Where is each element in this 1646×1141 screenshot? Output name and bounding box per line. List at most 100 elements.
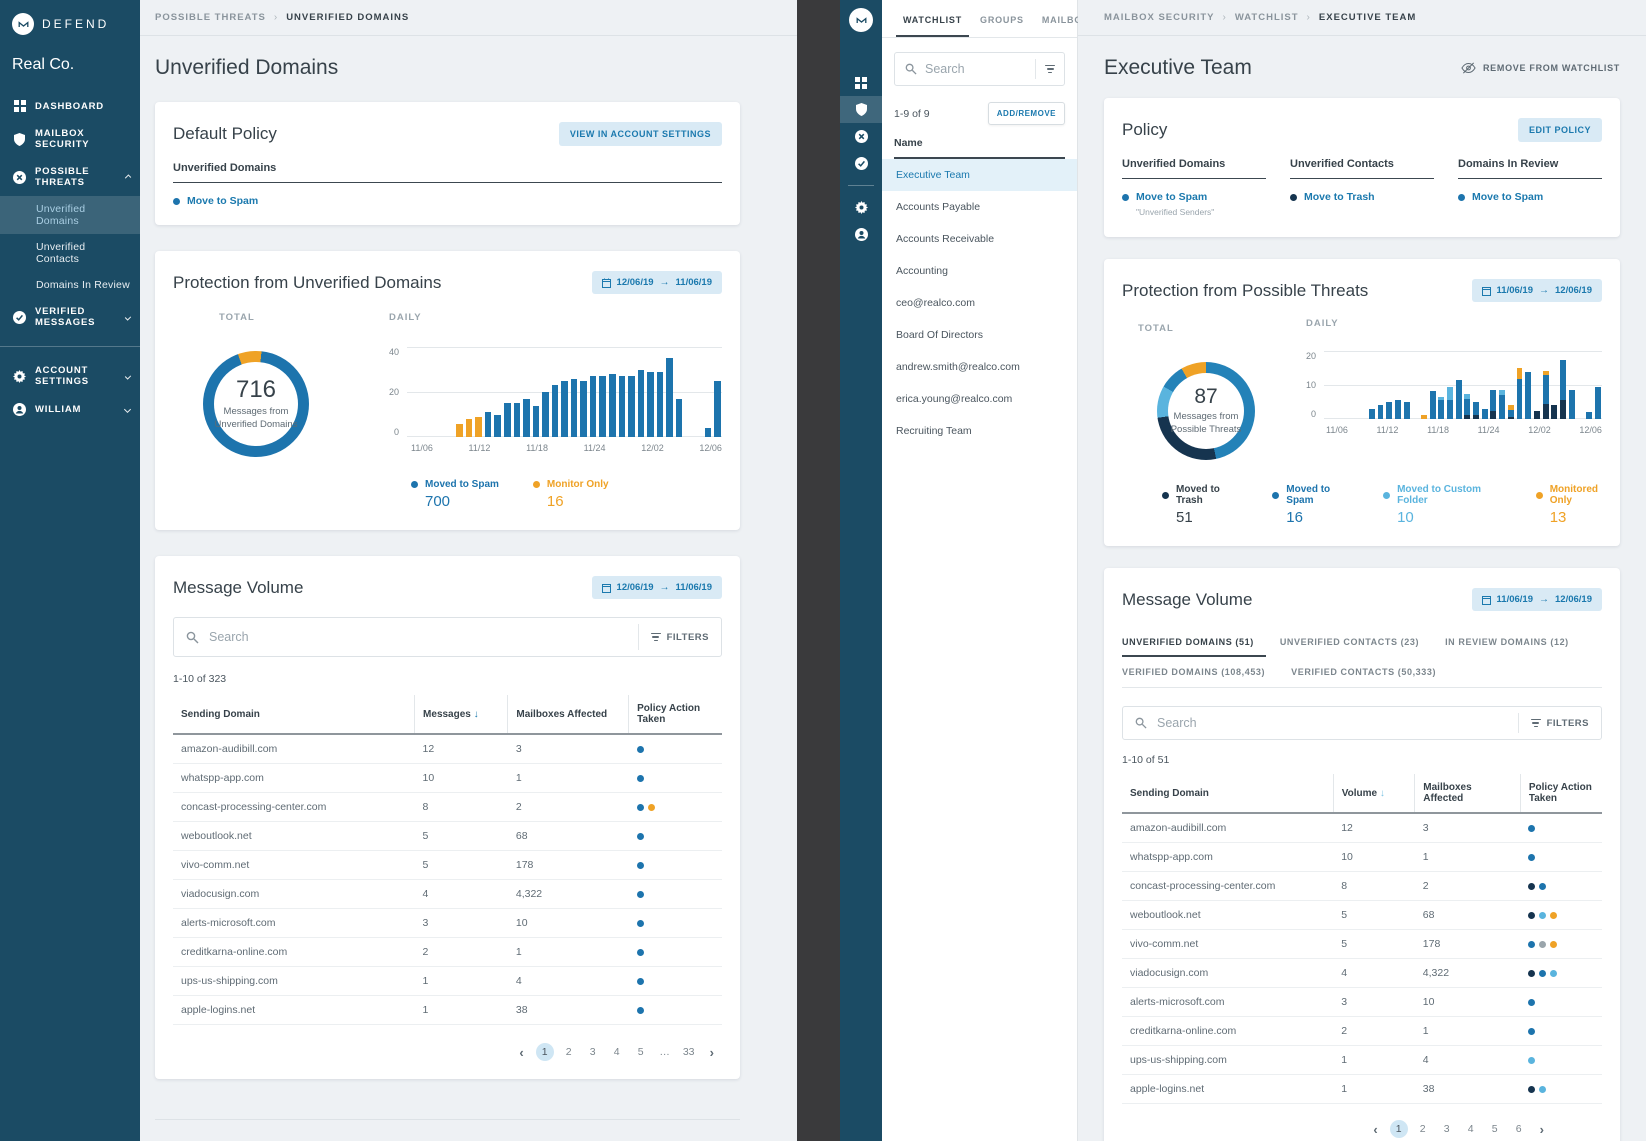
column-header[interactable]: Mailboxes Affected xyxy=(1415,774,1521,813)
table-row[interactable]: vivo-comm.net5178 xyxy=(173,851,722,880)
stacked-bar[interactable] xyxy=(1569,390,1575,419)
sidebar-item-verified-messages[interactable]: VERIFIED MESSAGES xyxy=(0,298,140,336)
page-button[interactable]: 2 xyxy=(1414,1120,1432,1138)
table-row[interactable]: alerts-microsoft.com310 xyxy=(1122,988,1602,1017)
table-row[interactable]: alerts-microsoft.com310 xyxy=(173,909,722,938)
rail-mailbox-security-shield-icon[interactable] xyxy=(840,96,882,123)
stacked-bar[interactable] xyxy=(1386,402,1392,419)
stacked-bar[interactable] xyxy=(1438,397,1444,419)
page-button[interactable]: 2 xyxy=(560,1043,578,1061)
tab-unverified[interactable]: UNVERIFIED DOMAINS (51) xyxy=(1122,627,1266,657)
bar[interactable] xyxy=(609,374,615,437)
stacked-bar[interactable] xyxy=(1534,411,1540,420)
table-row[interactable]: ups-us-shipping.com14 xyxy=(1122,1046,1602,1075)
tab-verified[interactable]: VERIFIED DOMAINS (108,453) xyxy=(1122,657,1277,687)
bar[interactable] xyxy=(571,379,577,438)
stacked-bar[interactable] xyxy=(1447,387,1453,419)
bar[interactable] xyxy=(494,415,500,438)
stacked-bar[interactable] xyxy=(1473,402,1479,419)
prev-page-button[interactable]: ‹ xyxy=(1367,1122,1383,1137)
column-header[interactable]: Policy Action Taken xyxy=(629,695,722,734)
sidebar-item-mailbox-security[interactable]: MAILBOX SECURITY xyxy=(0,120,140,158)
table-row[interactable]: viadocusign.com44,322 xyxy=(1122,959,1602,988)
stacked-bar[interactable] xyxy=(1508,405,1514,419)
table-row[interactable]: whatspp-app.com101 xyxy=(1122,843,1602,872)
stacked-bar[interactable] xyxy=(1551,405,1557,419)
page-button[interactable]: 5 xyxy=(632,1043,650,1061)
rail-settings-gear-icon[interactable] xyxy=(840,194,882,221)
page-button[interactable]: 4 xyxy=(608,1043,626,1061)
bar[interactable] xyxy=(619,376,625,437)
sidebar-item-dashboard[interactable]: DASHBOARD xyxy=(0,92,140,120)
breadcrumb-watchlist[interactable]: WATCHLIST xyxy=(1235,12,1299,23)
watchlist-item[interactable]: Accounts Payable xyxy=(882,191,1077,223)
column-header[interactable]: Messages ↓ xyxy=(415,695,508,734)
watchlist-item[interactable]: ceo@realco.com xyxy=(882,287,1077,319)
edit-policy-button[interactable]: EDIT POLICY xyxy=(1518,118,1602,142)
page-button[interactable]: 1 xyxy=(536,1043,554,1061)
bar[interactable] xyxy=(705,428,711,437)
add-remove-button[interactable]: ADD/REMOVE xyxy=(988,102,1065,125)
page-button[interactable]: 3 xyxy=(1438,1120,1456,1138)
table-row[interactable]: creditkarna-online.com21 xyxy=(173,938,722,967)
stacked-bar[interactable] xyxy=(1543,371,1549,419)
bar[interactable] xyxy=(523,399,529,437)
watchlist-item[interactable]: Executive Team xyxy=(882,159,1077,191)
date-range-picker[interactable]: 11/06/19 → 12/06/19 xyxy=(1472,588,1602,611)
table-row[interactable]: ups-us-shipping.com14 xyxy=(173,967,722,996)
bar[interactable] xyxy=(676,399,682,437)
bar[interactable] xyxy=(485,412,491,437)
page-button[interactable]: 33 xyxy=(680,1043,698,1061)
stacked-bar[interactable] xyxy=(1517,368,1523,419)
watchlist-item[interactable]: Recruiting Team xyxy=(882,415,1077,447)
stacked-bar[interactable] xyxy=(1404,402,1410,419)
sidebar-item-domains-in-review[interactable]: Domains In Review xyxy=(0,272,140,298)
watchlist-filter-button[interactable] xyxy=(1036,65,1064,74)
page-button[interactable]: 4 xyxy=(1462,1120,1480,1138)
column-header[interactable]: Sending Domain xyxy=(173,695,415,734)
stacked-bar[interactable] xyxy=(1490,390,1496,419)
filters-button[interactable]: FILTERS xyxy=(1519,718,1601,729)
bar[interactable] xyxy=(552,385,558,437)
stacked-bar[interactable] xyxy=(1421,415,1427,419)
watchlist-item[interactable]: erica.young@realco.com xyxy=(882,383,1077,415)
stacked-bar[interactable] xyxy=(1395,400,1401,419)
view-in-account-settings-button[interactable]: VIEW IN ACCOUNT SETTINGS xyxy=(559,122,722,146)
column-header[interactable]: Sending Domain xyxy=(1122,774,1333,813)
bar[interactable] xyxy=(666,358,672,437)
bar[interactable] xyxy=(599,376,605,437)
bar[interactable] xyxy=(580,381,586,437)
column-header[interactable]: Volume ↓ xyxy=(1333,774,1415,813)
bar[interactable] xyxy=(657,372,663,437)
table-row[interactable]: weboutlook.net568 xyxy=(173,822,722,851)
sidebar-item-unverified-contacts[interactable]: Unverified Contacts xyxy=(0,234,140,272)
tab-verified[interactable]: VERIFIED CONTACTS (50,333) xyxy=(1291,657,1448,687)
rail-dashboard-grid-icon[interactable] xyxy=(840,70,882,96)
watchlist-item[interactable]: andrew.smith@realco.com xyxy=(882,351,1077,383)
stacked-bar[interactable] xyxy=(1525,372,1531,419)
table-row[interactable]: creditkarna-online.com21 xyxy=(1122,1017,1602,1046)
table-row[interactable]: amazon-audibill.com123 xyxy=(1122,813,1602,843)
table-row[interactable]: vivo-comm.net5178 xyxy=(1122,930,1602,959)
bar[interactable] xyxy=(466,419,472,437)
page-button[interactable]: 6 xyxy=(1510,1120,1528,1138)
tab-watchlist[interactable]: WATCHLIST xyxy=(896,0,969,37)
table-row[interactable]: concast-processing-center.com82 xyxy=(173,793,722,822)
bar[interactable] xyxy=(590,376,596,437)
table-row[interactable]: apple-logins.net138 xyxy=(1122,1075,1602,1104)
page-button[interactable]: 1 xyxy=(1390,1120,1408,1138)
column-header[interactable]: Mailboxes Affected xyxy=(508,695,629,734)
table-row[interactable]: apple-logins.net138 xyxy=(173,996,722,1025)
stacked-bar[interactable] xyxy=(1560,360,1566,419)
prev-page-button[interactable]: ‹ xyxy=(513,1045,529,1060)
next-page-button[interactable]: › xyxy=(704,1045,720,1060)
stacked-bar[interactable] xyxy=(1482,409,1488,419)
bar[interactable] xyxy=(714,381,720,437)
envelope-logo-icon[interactable] xyxy=(849,8,873,32)
stacked-bar[interactable] xyxy=(1586,412,1592,419)
bar[interactable] xyxy=(475,417,481,437)
app-logo[interactable]: DEFEND xyxy=(0,0,140,38)
remove-from-watchlist-button[interactable]: REMOVE FROM WATCHLIST xyxy=(1461,62,1620,74)
stacked-bar[interactable] xyxy=(1430,391,1436,419)
breadcrumb-possible-threats[interactable]: POSSIBLE THREATS xyxy=(155,12,266,23)
